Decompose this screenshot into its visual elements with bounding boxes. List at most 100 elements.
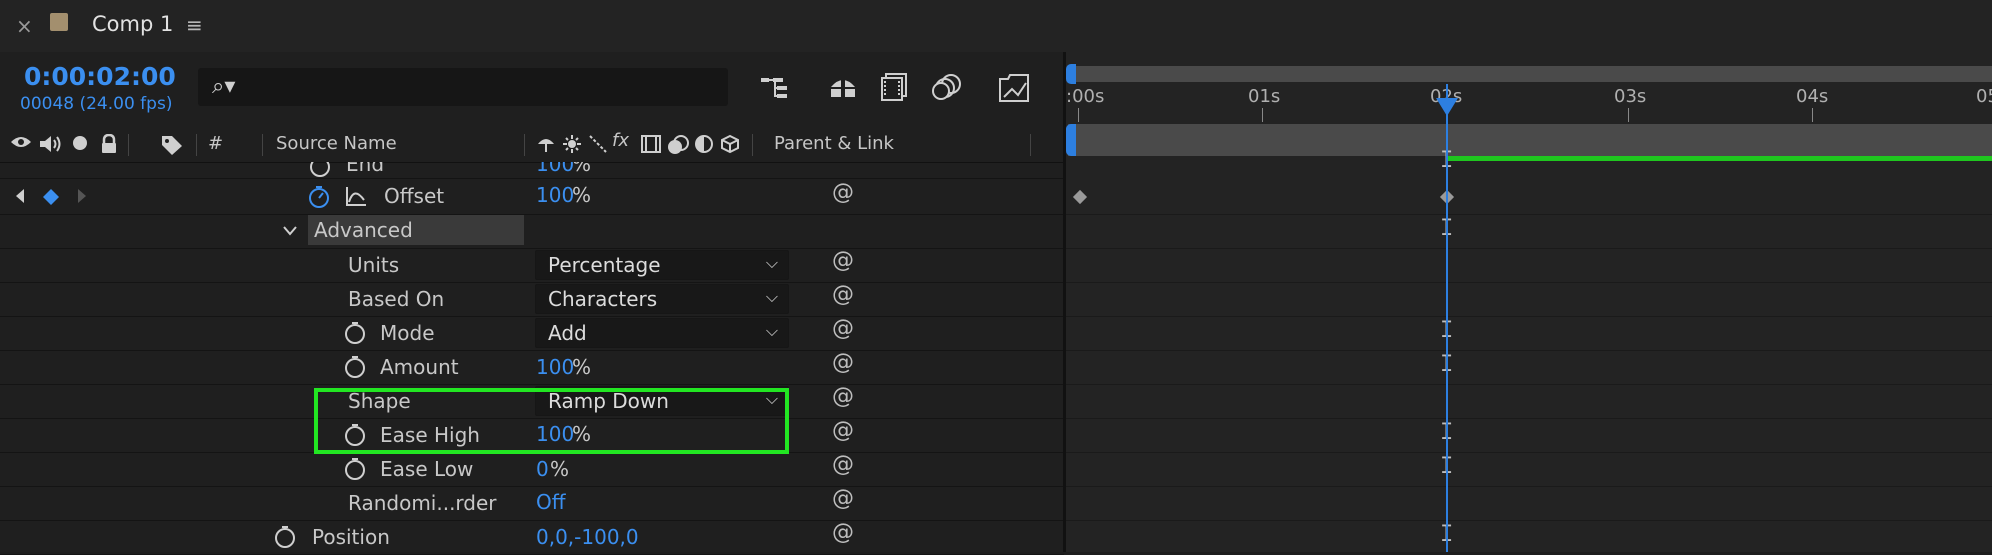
- stopwatch-icon[interactable]: [308, 162, 332, 178]
- shy-switch-icon[interactable]: [534, 134, 558, 159]
- ruler-label: 04s: [1796, 86, 1829, 107]
- stopwatch-icon[interactable]: [342, 354, 368, 384]
- video-visibility-icon[interactable]: [10, 134, 32, 155]
- ruler-label: 01s: [1248, 86, 1281, 107]
- graph-editor-icon[interactable]: [998, 70, 1032, 104]
- playhead-handle[interactable]: [1436, 98, 1458, 116]
- property-value[interactable]: 100: [536, 162, 574, 176]
- audio-icon[interactable]: [38, 134, 62, 159]
- property-label: End: [346, 162, 385, 176]
- pick-whip-icon[interactable]: @: [832, 282, 854, 307]
- column-divider: [1030, 134, 1031, 156]
- units-dropdown[interactable]: Percentage ⌵: [535, 250, 789, 280]
- next-keyframe-icon[interactable]: [76, 188, 88, 208]
- panel-menu-icon[interactable]: ≡: [186, 13, 203, 37]
- timeline-row-divider: [1066, 418, 1992, 419]
- add-keyframe-icon[interactable]: [42, 188, 60, 210]
- property-row-randomize-order: Randomi...rder Off @: [0, 486, 1064, 521]
- motion-blur-icon[interactable]: [930, 70, 964, 104]
- time-navigator-start-handle[interactable]: [1066, 64, 1076, 84]
- stopwatch-icon[interactable]: [342, 456, 368, 486]
- timeline-row-divider: [1066, 520, 1992, 521]
- property-value[interactable]: 0: [536, 457, 549, 481]
- column-divider: [752, 134, 753, 156]
- chevron-down-icon: ⌵: [765, 287, 778, 306]
- property-row-based-on: Based On Characters ⌵ @: [0, 282, 1064, 317]
- stopwatch-icon[interactable]: [342, 320, 368, 350]
- pick-whip-icon[interactable]: @: [832, 180, 854, 205]
- tab-bar: [0, 0, 1992, 52]
- property-label: Mode: [380, 321, 435, 345]
- based-on-dropdown[interactable]: Characters ⌵: [535, 284, 789, 314]
- property-value[interactable]: 0,0,-100,0: [536, 525, 639, 549]
- property-label: Units: [348, 253, 400, 277]
- group-label[interactable]: Advanced: [314, 218, 413, 242]
- pick-whip-icon[interactable]: @: [832, 248, 854, 273]
- time-navigator-bar[interactable]: [1068, 66, 1992, 82]
- property-value[interactable]: 100: [536, 183, 574, 207]
- frame-blending-icon[interactable]: [878, 70, 912, 104]
- dropdown-value: Characters: [548, 287, 658, 311]
- column-divider: [524, 134, 525, 156]
- 3d-layer-icon[interactable]: [720, 134, 740, 159]
- close-tab-icon[interactable]: ×: [16, 14, 33, 38]
- property-value[interactable]: Off: [536, 490, 566, 514]
- pick-whip-icon[interactable]: @: [832, 418, 854, 443]
- quality-switch-icon[interactable]: [588, 134, 608, 159]
- work-area-start-handle[interactable]: [1066, 124, 1076, 156]
- pick-whip-icon[interactable]: @: [832, 316, 854, 341]
- pick-whip-icon[interactable]: @: [832, 452, 854, 477]
- ruler-label: 05: [1976, 86, 1992, 107]
- ruler-tick: [1262, 108, 1263, 122]
- property-row-units: Units Percentage ⌵ @: [0, 248, 1064, 283]
- solo-icon[interactable]: [72, 135, 88, 156]
- search-icon[interactable]: ⌕▾: [212, 74, 235, 99]
- search-input[interactable]: [198, 68, 728, 106]
- parent-link-column-header[interactable]: Parent & Link: [774, 133, 894, 154]
- unit-label: %: [572, 183, 592, 207]
- timeline-row-divider: [1066, 350, 1992, 351]
- timeline-row-divider: [1066, 248, 1992, 249]
- timeline-row-divider: [1066, 214, 1992, 215]
- dropdown-value: Percentage: [548, 253, 661, 277]
- collapse-switch-icon[interactable]: [562, 134, 582, 159]
- property-row-offset: Offset 100 % @: [0, 180, 1064, 215]
- comp-color-swatch: [50, 13, 68, 31]
- property-row-mode: Mode Add ⌵ @: [0, 316, 1064, 351]
- property-label: Ease Low: [380, 457, 474, 481]
- current-time-display[interactable]: 0:00:02:00: [24, 62, 176, 91]
- hash-column-header[interactable]: #: [208, 133, 223, 154]
- property-row-position: Position 0,0,-100,0 @: [0, 520, 1064, 555]
- stopwatch-active-icon[interactable]: [306, 184, 332, 214]
- effects-switch-icon[interactable]: fx: [612, 130, 629, 151]
- highlight-box: [314, 388, 789, 454]
- previous-keyframe-icon[interactable]: [14, 188, 26, 208]
- timeline-row-divider: [1066, 282, 1992, 283]
- playhead-line[interactable]: [1446, 84, 1448, 552]
- pick-whip-icon[interactable]: @: [832, 520, 854, 545]
- pick-whip-icon[interactable]: @: [832, 486, 854, 511]
- frame-blend-switch-icon[interactable]: [640, 134, 662, 159]
- composition-flowchart-icon[interactable]: [758, 70, 792, 104]
- adjustment-layer-icon[interactable]: [694, 134, 714, 159]
- pick-whip-icon[interactable]: @: [832, 384, 854, 409]
- column-divider: [262, 134, 263, 156]
- stopwatch-icon[interactable]: [272, 524, 298, 554]
- label-tag-icon[interactable]: [160, 134, 184, 161]
- mode-dropdown[interactable]: Add ⌵: [535, 318, 789, 348]
- layer-duration-bar[interactable]: [1446, 156, 1992, 161]
- motion-blur-switch-icon[interactable]: [666, 134, 690, 161]
- tab-title[interactable]: Comp 1: [92, 12, 173, 36]
- work-area-bar[interactable]: [1068, 124, 1992, 156]
- property-label: Based On: [348, 287, 445, 311]
- chevron-down-icon[interactable]: [282, 222, 298, 241]
- timeline-row-divider: [1066, 384, 1992, 385]
- draft-3d-icon[interactable]: [826, 70, 860, 104]
- pick-whip-icon[interactable]: @: [832, 350, 854, 375]
- lock-icon[interactable]: [100, 133, 118, 159]
- graph-icon[interactable]: [344, 184, 368, 212]
- property-label: Position: [312, 525, 390, 549]
- property-group-advanced: Advanced: [0, 214, 1064, 249]
- source-name-column-header[interactable]: Source Name: [276, 133, 397, 154]
- property-value[interactable]: 100: [536, 355, 574, 379]
